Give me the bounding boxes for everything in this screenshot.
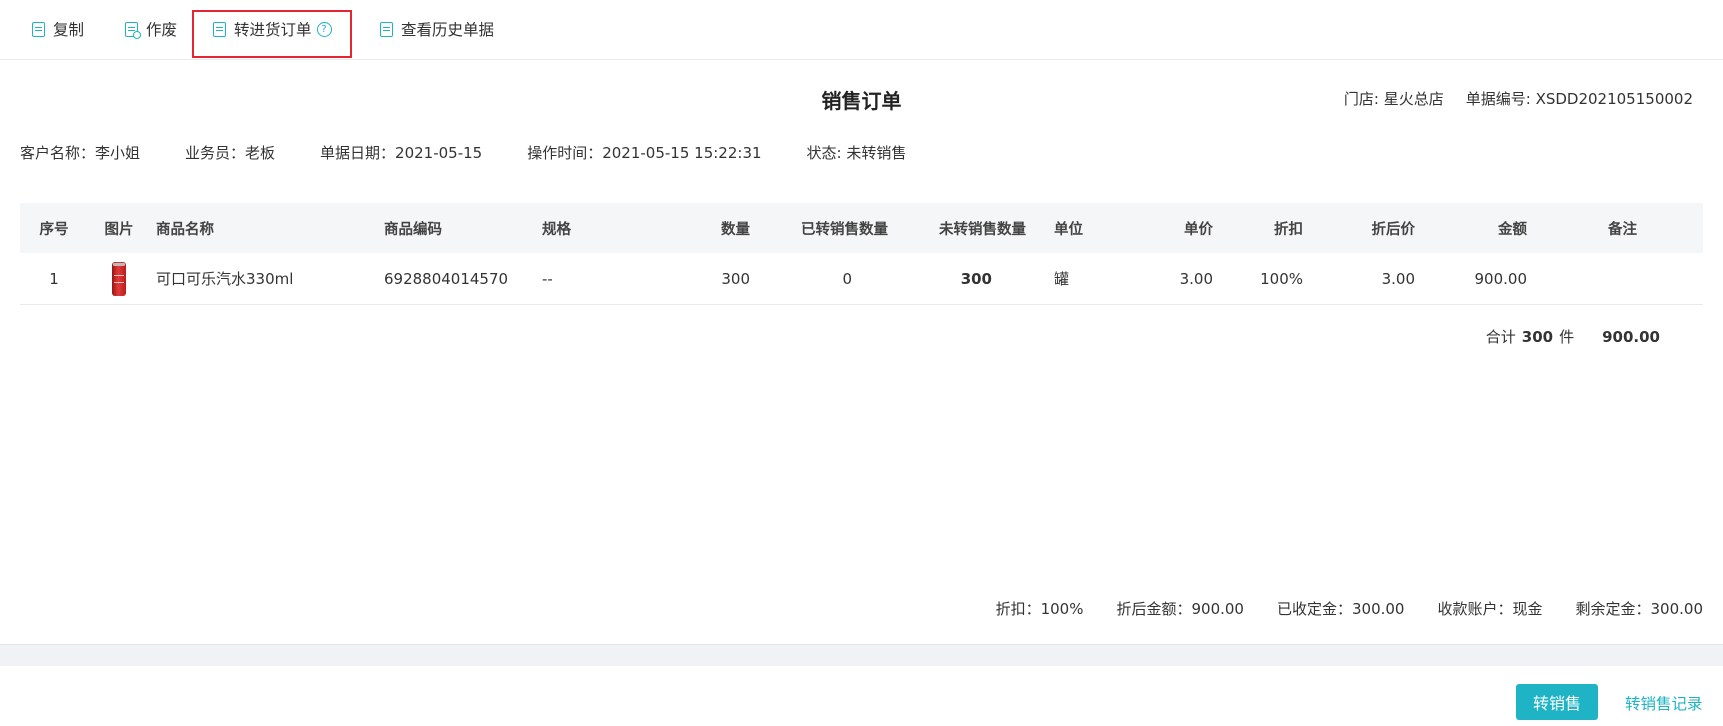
copy-button[interactable]: 复制 — [29, 0, 85, 58]
cell-seq: 1 — [49, 269, 59, 288]
table-row[interactable]: 1 可口可乐汽水330ml 6928804014570 -- 300 0 300… — [20, 253, 1703, 305]
store-name: 门店: 星火总店 — [1343, 90, 1444, 108]
void-document-icon — [125, 21, 141, 39]
summary-discounted-amount: 折后金额：900.00 — [1116, 600, 1244, 618]
cell-spec: -- — [542, 269, 553, 288]
document-date: 单据日期：2021-05-15 — [320, 144, 483, 162]
total-amount: 900.00 — [1602, 328, 1660, 346]
document-icon — [213, 21, 226, 37]
customer-name: 客户名称：李小姐 — [20, 144, 141, 162]
conversion-record-link[interactable]: 转销售记录 — [1625, 692, 1703, 714]
cell-product-name: 可口可乐汽水330ml — [156, 270, 294, 288]
document-number: 单据编号: XSDD202105150002 — [1465, 90, 1693, 108]
header-converted-qty: 已转销售数量 — [801, 221, 888, 238]
order-status: 状态: 未转销售 — [806, 144, 907, 162]
cell-unconverted-qty: 300 — [960, 269, 992, 288]
toolbar: 复制 作废 转进货订单 ? 查看历史单据 — [0, 0, 1723, 60]
convert-purchase-order-button[interactable]: 转进货订单 ? — [213, 0, 332, 58]
header-remark: 备注 — [1608, 221, 1637, 238]
total-quantity: 300 — [1521, 328, 1554, 346]
total-prefix: 合计 — [1485, 328, 1516, 346]
cola-can-icon — [112, 261, 126, 296]
cell-quantity: 300 — [721, 269, 750, 288]
copy-icon — [29, 21, 45, 39]
header-product-name: 商品名称 — [156, 221, 214, 238]
total-unit: 件 — [1559, 328, 1575, 346]
order-info: 客户名称：李小姐 业务员：老板 单据日期：2021-05-15 操作时间：202… — [20, 142, 951, 163]
summary-deposit-received: 已收定金：300.00 — [1276, 600, 1405, 618]
header-amount: 金额 — [1498, 221, 1527, 238]
order-items-table: 序号 图片 商品名称 商品编码 规格 数量 已转销售数量 未转销售数量 单位 单… — [20, 203, 1703, 305]
summary-payment-account: 收款账户：现金 — [1437, 600, 1543, 618]
view-history-label: 查看历史单据 — [401, 21, 495, 39]
product-image[interactable] — [88, 261, 150, 296]
cell-discounted-price: 3.00 — [1381, 269, 1415, 288]
cell-unit: 罐 — [1054, 270, 1070, 288]
void-label: 作废 — [146, 21, 178, 39]
void-button[interactable]: 作废 — [125, 0, 177, 58]
cell-unit-price: 3.00 — [1179, 269, 1213, 288]
header-spec: 规格 — [542, 221, 571, 238]
header-unit: 单位 — [1054, 221, 1083, 238]
summary-deposit-remaining: 剩余定金：300.00 — [1575, 600, 1704, 618]
copy-label: 复制 — [53, 21, 85, 39]
salesperson: 业务员：老板 — [185, 144, 276, 162]
cell-converted-qty: 0 — [842, 269, 852, 288]
header-discounted-price: 折后价 — [1371, 221, 1416, 238]
header-quantity: 数量 — [721, 221, 750, 238]
cell-discount: 100% — [1260, 269, 1303, 288]
convert-to-sale-button[interactable]: 转销售 — [1516, 684, 1598, 720]
document-meta: 门店: 星火总店 单据编号: XSDD202105150002 — [1344, 88, 1693, 109]
cell-product-code: 6928804014570 — [384, 269, 509, 288]
history-document-icon — [380, 21, 393, 37]
payment-summary: 折扣：100% 折后金额：900.00 已收定金：300.00 收款账户：现金 … — [996, 598, 1703, 619]
footer-bar: 转销售 转销售记录 — [0, 666, 1723, 726]
cell-amount: 900.00 — [1474, 269, 1528, 288]
total-row: 合计 300 件 900.00 — [1486, 326, 1660, 347]
header-unit-price: 单价 — [1184, 221, 1213, 238]
help-icon[interactable]: ? — [316, 21, 332, 37]
header-image: 图片 — [104, 221, 134, 238]
view-history-button[interactable]: 查看历史单据 — [380, 0, 494, 58]
divider-band — [0, 644, 1723, 666]
header-product-code: 商品编码 — [384, 221, 442, 238]
convert-purchase-order-label: 转进货订单 — [234, 21, 312, 39]
header-unconverted-qty: 未转销售数量 — [939, 221, 1026, 238]
header-seq: 序号 — [39, 221, 69, 238]
header-discount: 折扣 — [1274, 221, 1303, 238]
table-header: 序号 图片 商品名称 商品编码 规格 数量 已转销售数量 未转销售数量 单位 单… — [20, 203, 1703, 253]
operation-time: 操作时间：2021-05-15 15:22:31 — [527, 144, 762, 162]
summary-discount: 折扣：100% — [995, 600, 1084, 618]
